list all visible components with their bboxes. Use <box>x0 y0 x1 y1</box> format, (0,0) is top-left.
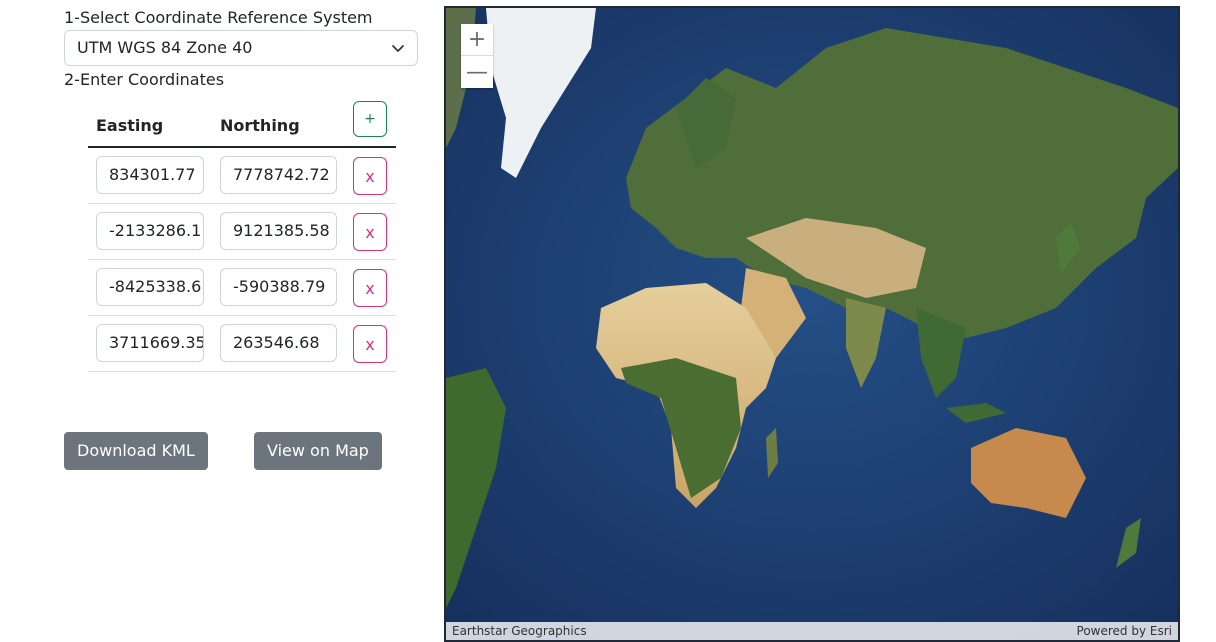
step1-label: 1-Select Coordinate Reference System <box>64 8 373 27</box>
map-view[interactable]: + — Earthstar Geographics Powered by Esr… <box>444 6 1180 642</box>
delete-row-button[interactable]: x <box>353 157 387 195</box>
crs-select[interactable]: UTM WGS 84 Zone 40 <box>64 30 418 66</box>
coordinate-form: 1-Select Coordinate Reference System UTM… <box>64 0 424 642</box>
delete-row-button[interactable]: x <box>353 213 387 251</box>
crs-selected-value: UTM WGS 84 Zone 40 <box>77 38 253 57</box>
zoom-control: + — <box>461 24 493 88</box>
table-row: -2133286.1 9121385.58 x <box>88 204 396 260</box>
northing-input[interactable]: 263546.68 <box>220 324 337 362</box>
northing-input[interactable]: -590388.79 <box>220 268 337 306</box>
easting-header: Easting <box>96 116 164 135</box>
view-on-map-button[interactable]: View on Map <box>254 432 382 470</box>
chevron-down-icon <box>391 31 405 65</box>
delete-row-button[interactable]: x <box>353 269 387 307</box>
attribution-powered-by[interactable]: Powered by Esri <box>1077 622 1172 640</box>
coordinates-table: Easting Northing + 834301.77 7778742.72 … <box>88 96 396 372</box>
northing-input[interactable]: 7778742.72 <box>220 156 337 194</box>
northing-header: Northing <box>220 116 300 135</box>
table-header: Easting Northing + <box>88 96 396 148</box>
easting-input[interactable]: -2133286.1 <box>96 212 204 250</box>
table-row: 3711669.35 263546.68 x <box>88 316 396 372</box>
easting-input[interactable]: 834301.77 <box>96 156 204 194</box>
northing-input[interactable]: 9121385.58 <box>220 212 337 250</box>
table-row: -8425338.6 -590388.79 x <box>88 260 396 316</box>
easting-input[interactable]: -8425338.6 <box>96 268 204 306</box>
step2-label: 2-Enter Coordinates <box>64 70 225 89</box>
add-row-button[interactable]: + <box>353 101 387 137</box>
delete-row-button[interactable]: x <box>353 325 387 363</box>
satellite-basemap <box>446 8 1178 640</box>
download-kml-button[interactable]: Download KML <box>64 432 208 470</box>
zoom-in-button[interactable]: + <box>461 24 493 56</box>
table-row: 834301.77 7778742.72 x <box>88 148 396 204</box>
zoom-out-button[interactable]: — <box>461 56 493 88</box>
map-attribution: Earthstar Geographics Powered by Esri <box>446 622 1178 640</box>
attribution-source: Earthstar Geographics <box>452 624 587 638</box>
easting-input[interactable]: 3711669.35 <box>96 324 204 362</box>
